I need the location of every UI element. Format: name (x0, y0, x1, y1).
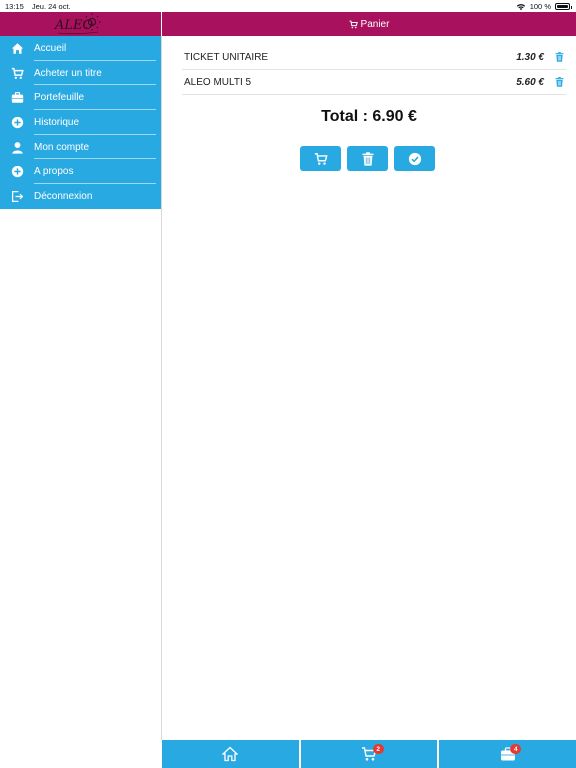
sidebar-item-label: Mon compte (34, 141, 90, 153)
sidebar-divider (161, 36, 162, 740)
user-icon (11, 141, 23, 154)
battery-icon (555, 3, 572, 10)
plus-circle-icon (11, 116, 23, 129)
cart-item: TICKET UNITAIRE 1.30 € (182, 45, 566, 70)
sidebar-header: ALEO (0, 12, 161, 36)
cart-item-price: 1.30 € (516, 51, 544, 63)
sidebar-item-label: Acheter un titre (34, 67, 102, 79)
status-bar: 13:15 Jeu. 24 oct. 100 % (0, 0, 576, 12)
sidebar-item-historique[interactable]: Historique (0, 110, 161, 135)
plus-circle-icon (11, 166, 23, 178)
tab-wallet[interactable]: 4 (439, 740, 576, 768)
logout-icon (11, 190, 23, 202)
page-title: Panier (360, 18, 390, 30)
trash-icon (555, 77, 563, 87)
sidebar-item-a-propos[interactable]: A propos (0, 159, 161, 185)
delete-item-button[interactable] (552, 77, 566, 87)
bottom-tab-bar: 2 4 (162, 740, 576, 768)
battery-percent: 100 % (529, 2, 551, 11)
sidebar-item-deconnexion[interactable]: Déconnexion (0, 184, 161, 209)
logo-text: ALEO (54, 18, 94, 33)
wifi-icon (516, 3, 525, 10)
wallet-icon (11, 92, 23, 103)
tab-cart[interactable]: 2 (300, 740, 438, 768)
validate-order-button[interactable] (394, 146, 435, 171)
sidebar-item-label: Portefeuille (34, 92, 85, 104)
sidebar-item-label: A propos (34, 166, 74, 178)
wallet-count-badge: 4 (510, 744, 522, 754)
home-icon (11, 43, 23, 54)
delete-item-button[interactable] (552, 52, 566, 62)
cart-actions (300, 146, 435, 171)
cart-count-badge: 2 (372, 744, 384, 754)
trash-icon (555, 52, 563, 62)
cart-icon (314, 152, 328, 165)
cart-total: Total : 6.90 € (321, 108, 417, 125)
empty-cart-button[interactable] (347, 146, 388, 171)
sidebar-item-acheter[interactable]: Acheter un titre (0, 60, 161, 86)
home-icon (222, 746, 239, 762)
trash-icon (362, 151, 373, 166)
continue-shopping-button[interactable] (300, 146, 341, 171)
cart-icon (11, 67, 24, 79)
tab-home[interactable] (162, 740, 299, 768)
cart-item-name: ALEO MULTI 5 (184, 76, 252, 88)
sidebar-item-label: Déconnexion (34, 190, 93, 202)
status-date: Jeu. 24 oct. (31, 2, 71, 11)
sidebar-item-mon-compte[interactable]: Mon compte (0, 134, 161, 160)
cart-icon (349, 20, 358, 28)
sidebar-item-accueil[interactable]: Accueil (0, 36, 161, 61)
check-circle-icon (408, 152, 421, 165)
status-time: 13:15 (5, 2, 24, 11)
top-bar: Panier (162, 12, 576, 36)
sidebar-item-label: Accueil (34, 42, 67, 54)
cart-item-name: TICKET UNITAIRE (184, 51, 269, 63)
sidebar-item-portefeuille[interactable]: Portefeuille (0, 85, 161, 111)
cart-item-price: 5.60 € (516, 76, 544, 88)
cart-list: TICKET UNITAIRE 1.30 € ALEO MULTI 5 5.60… (182, 45, 566, 95)
sidebar-item-label: Historique (34, 116, 80, 128)
cart-item: ALEO MULTI 5 5.60 € (182, 70, 566, 95)
aleo-logo: ALEO (54, 13, 101, 35)
sidebar-menu: Accueil Acheter un titre Portefeuille Hi… (0, 36, 161, 209)
